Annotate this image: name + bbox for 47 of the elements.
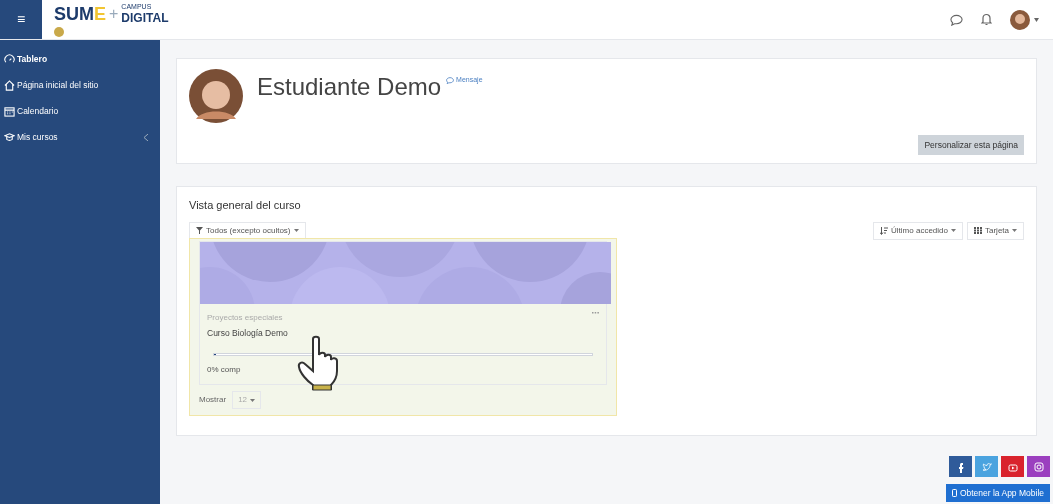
sidebar-label: Página inicial del sitio [17,78,99,92]
sidebar-item[interactable]: Calendario [0,98,160,124]
bell-icon[interactable] [981,13,992,26]
sidebar-label: Tablero [17,52,48,66]
sidebar-item[interactable]: Página inicial del sitio [0,72,160,98]
profile-name: Estudiante Demo [257,75,442,99]
facebook-button[interactable] [949,456,972,477]
filter-icon [196,227,203,234]
sort-icon [880,226,889,235]
seal-icon [54,26,64,37]
twitter-icon [980,460,993,473]
chat-icon[interactable] [950,13,963,26]
logo-text: SUME [54,3,106,24]
chevron-icon [144,133,148,141]
gauge-icon [4,53,15,65]
menu-button[interactable]: ≡ [16,9,26,30]
caret-icon [951,229,956,232]
show-label: Mostrar [199,394,227,407]
avatar[interactable] [1010,9,1030,30]
caret-icon [293,229,299,232]
caret-icon [250,398,256,402]
chat-icon [446,76,455,84]
logo-text: DIGITAL [121,10,169,25]
graduation-cap-icon [4,131,15,143]
sidebar-item[interactable]: Tablero [0,46,160,72]
profile-avatar [189,69,243,123]
sidebar-label: Mis cursos [17,130,58,144]
caret-icon[interactable] [1034,17,1039,22]
grid-icon [974,227,982,234]
instagram-icon [1032,460,1045,473]
calendar-icon [4,105,15,117]
phone-icon [951,489,957,497]
sort-dropdown[interactable]: Último accedido [873,221,963,240]
course-category: Proyectos especiales [207,311,283,324]
app-mobile-button[interactable]: Obtener la App Mobile [945,484,1050,502]
home-icon [4,79,15,91]
customize-button[interactable]: Personalizar esta página [918,135,1024,155]
logo-plus: + [109,4,119,23]
caret-icon [1012,229,1017,232]
progress-text: 0% comp [207,364,242,377]
sidebar-item[interactable]: Mis cursos [0,124,160,150]
course-link[interactable]: Curso Biología Demo [207,326,599,340]
more-icon[interactable] [592,311,599,314]
view-dropdown[interactable]: Tarjeta [967,221,1024,240]
card-title: Vista general del curso [189,198,302,213]
sidebar-label: Calendario [17,104,59,118]
instagram-button[interactable] [1027,456,1050,477]
